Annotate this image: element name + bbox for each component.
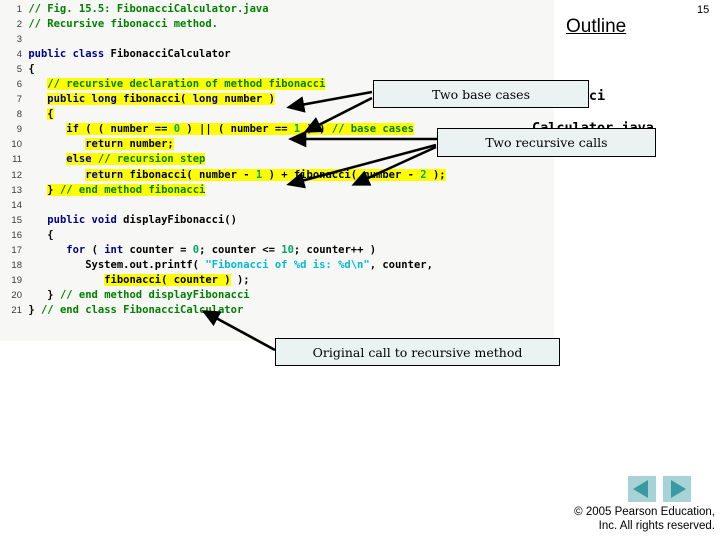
code-text: else // recursion step xyxy=(66,153,206,166)
code-line: 18 System.out.printf( "Fibonacci of %d i… xyxy=(0,258,554,273)
code-text: public long fibonacci( long number ) xyxy=(47,93,275,106)
code-line: 8 { xyxy=(0,107,554,122)
code-line: 4 public class FibonacciCalculator xyxy=(0,47,554,62)
line-number: 9 xyxy=(16,124,22,136)
line-number: 1 xyxy=(16,4,22,15)
line-number: 15 xyxy=(11,214,22,226)
line-number: 12 xyxy=(11,169,22,181)
line-number: 10 xyxy=(11,139,22,151)
code-line: 5 { xyxy=(0,62,554,77)
code-text: fibonacci( counter ) ); xyxy=(104,273,250,286)
code-text: // Recursive fibonacci method. xyxy=(28,18,218,31)
code-line: 2 // Recursive fibonacci method. xyxy=(0,17,554,32)
line-number: 3 xyxy=(16,34,22,46)
code-text: return number; xyxy=(85,138,174,151)
triangle-right-icon xyxy=(671,480,686,498)
copyright-line-1: © 2005 Pearson Education, xyxy=(574,506,715,518)
code-line: 14 xyxy=(0,198,554,213)
code-listing-panel: 1 // Fig. 15.5: FibonacciCalculator.java… xyxy=(0,0,554,341)
callout-two-base-cases: Two base cases xyxy=(373,80,589,108)
code-text: if ( ( number == 0 ) || ( number == 1 ) … xyxy=(66,123,414,136)
line-number: 14 xyxy=(11,199,22,211)
line-number: 5 xyxy=(16,64,22,76)
code-text: public class FibonacciCalculator xyxy=(28,48,231,61)
line-number: 4 xyxy=(16,49,22,61)
slide-navigation xyxy=(628,476,692,502)
line-number: 11 xyxy=(12,154,22,166)
outline-heading: Outline xyxy=(566,16,627,37)
code-line: 1 // Fig. 15.5: FibonacciCalculator.java xyxy=(0,2,554,17)
page-number: 15 xyxy=(697,4,710,16)
code-line: 17 for ( int counter = 0; counter <= 10;… xyxy=(0,243,554,258)
code-text: System.out.printf( "Fibonacci of %d is: … xyxy=(85,258,433,271)
line-number: 6 xyxy=(16,79,22,91)
code-text: // recursive declaration of method fibon… xyxy=(47,78,326,91)
code-lines: 1 // Fig. 15.5: FibonacciCalculator.java… xyxy=(0,2,554,318)
line-number: 8 xyxy=(16,109,22,121)
code-line: 3 xyxy=(0,32,554,47)
line-number: 2 xyxy=(16,19,22,31)
code-text: } // end method displayFibonacci xyxy=(47,288,250,301)
triangle-left-icon xyxy=(633,480,648,498)
line-number: 7 xyxy=(16,94,22,106)
code-text: { xyxy=(28,63,35,76)
callout-two-recursive-calls: Two recursive calls xyxy=(437,128,656,157)
callout-original-call: Original call to recursive method xyxy=(275,338,560,366)
code-line: 12 return fibonacci( number - 1 ) + fibo… xyxy=(0,168,554,183)
code-text: { xyxy=(47,108,54,121)
line-number: 17 xyxy=(11,244,22,256)
line-number: 13 xyxy=(11,184,22,196)
line-number: 16 xyxy=(11,229,22,241)
code-line: 20 } // end method displayFibonacci xyxy=(0,288,554,303)
code-text: public void displayFibonacci() xyxy=(47,213,237,226)
copyright-notice: © 2005 Pearson Education, Inc. All right… xyxy=(480,505,715,533)
line-number: 18 xyxy=(11,259,22,271)
code-text: { xyxy=(47,228,54,241)
code-text: // Fig. 15.5: FibonacciCalculator.java xyxy=(28,3,269,15)
line-number: 21 xyxy=(11,304,22,316)
code-line: 13 } // end method fibonacci xyxy=(0,183,554,198)
next-slide-button[interactable] xyxy=(663,476,691,502)
code-text: } // end method fibonacci xyxy=(47,183,206,196)
code-text: for ( int counter = 0; counter <= 10; co… xyxy=(66,243,377,256)
copyright-line-2: Inc. All rights reserved. xyxy=(598,520,715,532)
code-line: 16 { xyxy=(0,228,554,243)
code-line: 15 public void displayFibonacci() xyxy=(0,213,554,228)
line-number: 19 xyxy=(11,274,22,286)
previous-slide-button[interactable] xyxy=(628,476,656,502)
slide-canvas: 1 // Fig. 15.5: FibonacciCalculator.java… xyxy=(0,0,720,540)
code-line: 21 } // end class FibonacciCalculator xyxy=(0,303,554,318)
code-text: } // end class FibonacciCalculator xyxy=(28,303,244,316)
code-text: return fibonacci( number - 1 ) + fibonac… xyxy=(85,168,446,181)
code-line: 19 fibonacci( counter ) ); xyxy=(0,273,554,288)
line-number: 20 xyxy=(11,289,22,301)
